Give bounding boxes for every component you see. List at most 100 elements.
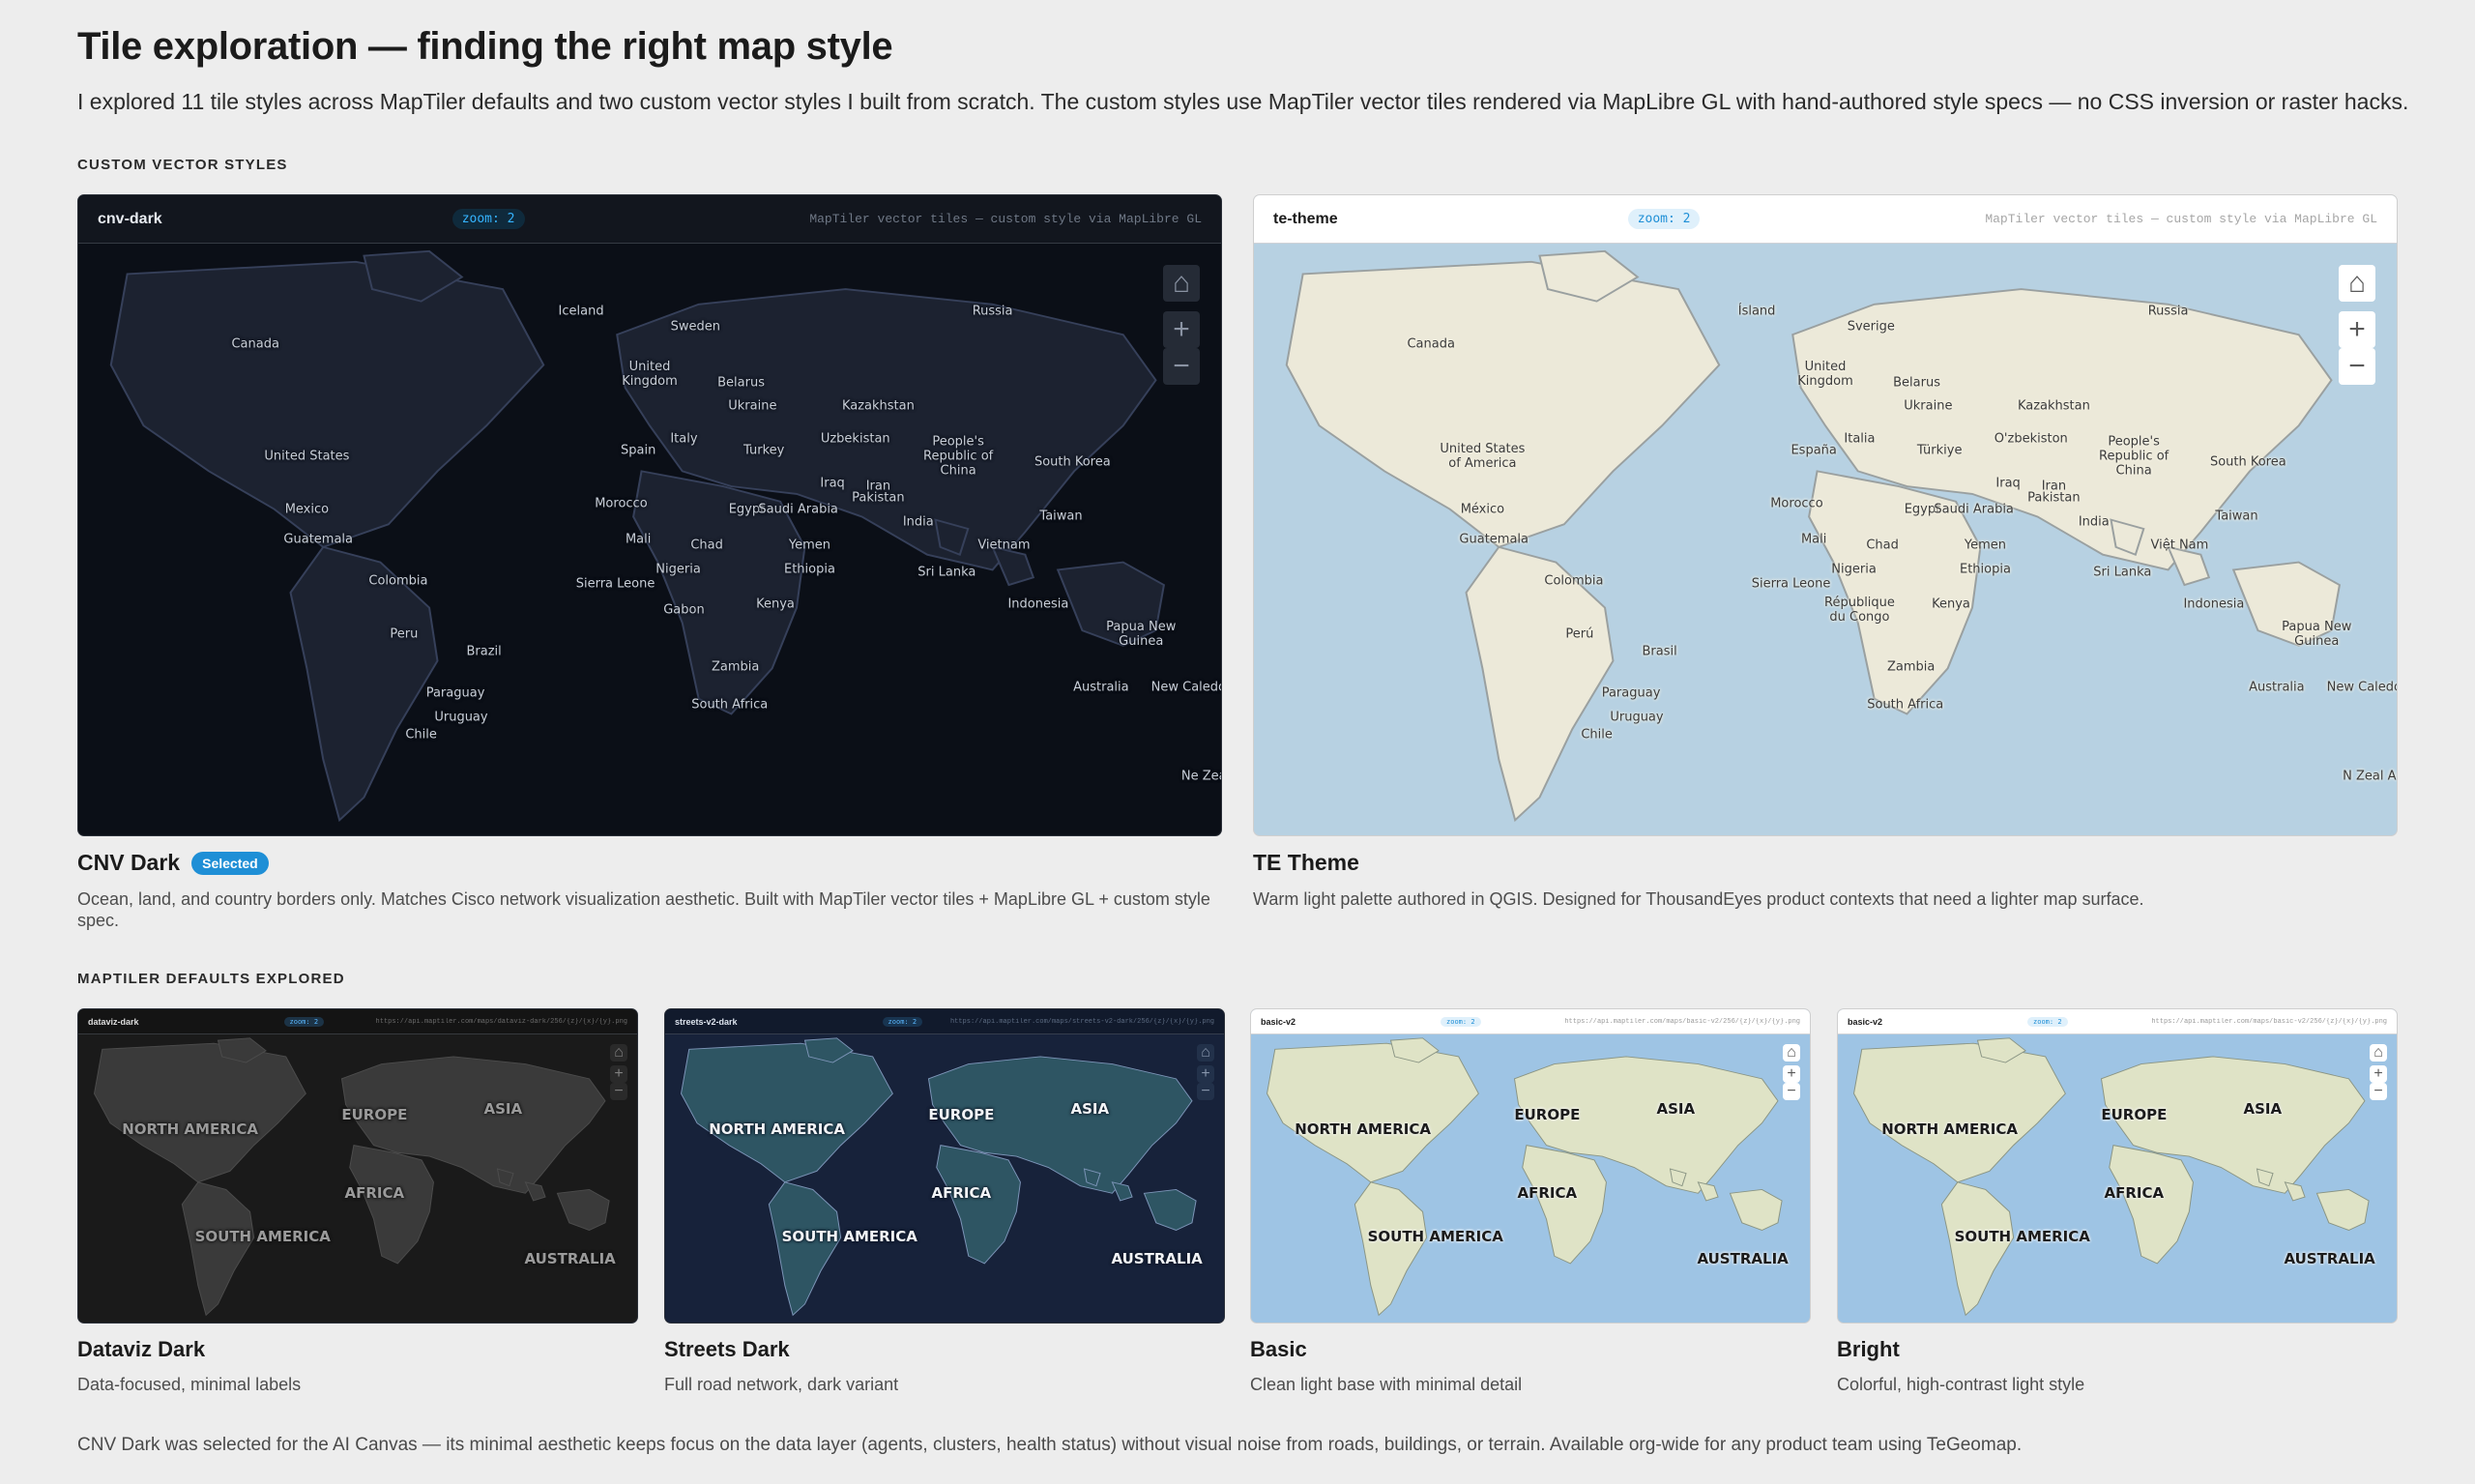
style-card-bright[interactable]: basic-v2 zoom: 2 https://api.maptiler.com/… <box>1837 1008 2398 1459</box>
map-label: Vietnam <box>977 538 1031 553</box>
map-canvas[interactable]: NORTH AMERICA EUROPE ASIA AFRICA SOUTH AMERI… <box>1251 1034 1810 1323</box>
map-label: Taiwan <box>1039 509 1083 524</box>
tile-source-url: https://api.maptiler.com/maps/basic-v2/2… <box>2151 1017 2387 1026</box>
map-label: ASIA <box>1656 1100 1696 1119</box>
home-icon[interactable]: ⌂ <box>610 1044 627 1062</box>
zoom-out-icon[interactable]: − <box>610 1083 627 1100</box>
zoom-out-icon[interactable]: − <box>1163 348 1200 385</box>
zoom-out-icon[interactable]: − <box>2370 1083 2387 1100</box>
map-label: Indonesia <box>2183 597 2245 612</box>
map-label: Zambia <box>1886 659 1936 675</box>
map-label: South Africa <box>1867 697 1944 713</box>
tile-source-url: https://api.maptiler.com/maps/basic-v2/2… <box>1564 1017 1800 1026</box>
world-map-svg <box>93 1037 610 1317</box>
map-label: Gabon <box>663 602 705 618</box>
style-card-cnv-dark[interactable]: cnv-dark zoom: 2 MapTiler vector tiles — c… <box>77 194 1222 972</box>
page-title: Tile exploration — finding the right map… <box>77 25 893 68</box>
map-canvas[interactable]: Canada Ísland Sverige Russia United Kingdom B… <box>1254 244 2397 835</box>
map-label: Chile <box>1581 727 1613 742</box>
map-label: Ethiopia <box>1959 562 2011 577</box>
map-label: Sierra Leone <box>1751 576 1831 592</box>
map-style-name: streets-v2-dark <box>675 1016 738 1027</box>
map-canvas[interactable]: NORTH AMERICA EUROPE ASIA AFRICA SOUTH AMERI… <box>1838 1034 2397 1323</box>
map-controls: ⌂ + − <box>2339 265 2375 385</box>
page-description: I explored 11 tile styles across MapTile… <box>77 89 2409 114</box>
map-canvas[interactable]: Canada Iceland Sweden Russia United Kingdom B… <box>78 244 1221 835</box>
map-header-bar: basic-v2 zoom: 2 https://api.maptiler.com/… <box>1838 1009 2397 1034</box>
zoom-level-badge: zoom: 2 <box>882 1016 923 1027</box>
style-card-te-theme[interactable]: te-theme zoom: 2 MapTiler vector tiles — c… <box>1253 194 2398 972</box>
map-header-bar: te-theme zoom: 2 MapTiler vector tiles — c… <box>1254 195 2397 244</box>
map-canvas[interactable]: NORTH AMERICA EUROPE ASIA AFRICA SOUTH AMERI… <box>665 1034 1224 1323</box>
map-label: EUROPE <box>341 1106 408 1124</box>
tile-source-url: https://api.maptiler.com/maps/streets-v2… <box>949 1017 1214 1026</box>
map-label: Việt Nam <box>2150 538 2209 553</box>
map-controls: ⌂ + − <box>1783 1044 1800 1100</box>
landmass-0 <box>93 1042 306 1183</box>
map-label: Sierra Leone <box>575 576 655 592</box>
map-label: Australia <box>1073 680 1129 695</box>
map-header-bar: dataviz-dark zoom: 2 https://api.maptiler.… <box>78 1009 637 1034</box>
card-description: Warm light palette authored in QGIS. Des… <box>1253 889 2144 909</box>
landmass-6 <box>2284 1181 2306 1202</box>
map-label: Ukraine <box>728 398 777 414</box>
home-icon[interactable]: ⌂ <box>1163 265 1200 302</box>
map-frame: dataviz-dark zoom: 2 https://api.maptiler.… <box>77 1008 638 1324</box>
map-label: Guatemala <box>1459 532 1529 547</box>
map-label: Perú <box>1565 626 1594 642</box>
map-label: NORTH AMERICA <box>122 1120 258 1139</box>
style-card-streets-dark[interactable]: streets-v2-dark zoom: 2 https://api.maptil… <box>664 1008 1225 1459</box>
map-label: Sweden <box>670 319 720 335</box>
map-style-name: dataviz-dark <box>88 1016 139 1027</box>
card-description: Data-focused, minimal labels <box>77 1375 302 1394</box>
map-label: South Korea <box>2209 454 2286 470</box>
map-label: Chad <box>690 538 723 553</box>
map-label: United Kingdom <box>1797 359 1853 389</box>
zoom-in-icon[interactable]: + <box>1197 1065 1214 1083</box>
map-label: Türkiye <box>1916 443 1963 458</box>
style-card-basic[interactable]: basic-v2 zoom: 2 https://api.maptiler.com/… <box>1250 1008 1811 1459</box>
style-card-dataviz-dark[interactable]: dataviz-dark zoom: 2 https://api.maptiler.… <box>77 1008 638 1459</box>
zoom-level-badge: zoom: 2 <box>451 209 525 229</box>
zoom-in-icon[interactable]: + <box>610 1065 627 1083</box>
map-label: India <box>2078 514 2110 530</box>
zoom-out-icon[interactable]: − <box>1783 1083 1800 1100</box>
map-label: Sverige <box>1847 319 1895 335</box>
zoom-out-icon[interactable]: − <box>1197 1083 1214 1100</box>
map-label: United States <box>264 449 350 464</box>
map-frame: basic-v2 zoom: 2 https://api.maptiler.com/… <box>1250 1008 1811 1324</box>
home-icon[interactable]: ⌂ <box>1197 1044 1214 1062</box>
map-label: Uruguay <box>1610 710 1664 725</box>
map-label: United States of America <box>1440 442 1526 472</box>
card-description: Clean light base with minimal detail <box>1250 1375 1523 1394</box>
map-label: India <box>902 514 934 530</box>
zoom-level-badge: zoom: 2 <box>1441 1016 1481 1027</box>
zoom-out-icon[interactable]: − <box>2339 348 2375 385</box>
landmass-5 <box>2315 1188 2370 1231</box>
landmass-5 <box>556 1188 610 1231</box>
map-label: SOUTH AMERICA <box>1954 1227 2090 1245</box>
map-label: ASIA <box>483 1100 523 1119</box>
map-label: République du Congo <box>1824 596 1895 626</box>
home-icon[interactable]: ⌂ <box>1783 1044 1800 1062</box>
home-icon[interactable]: ⌂ <box>2339 265 2375 302</box>
zoom-in-icon[interactable]: + <box>1783 1065 1800 1083</box>
zoom-in-icon[interactable]: + <box>2339 311 2375 348</box>
map-label: Paraguay <box>1601 685 1661 701</box>
map-label: EUROPE <box>928 1106 995 1124</box>
map-label: AUSTRALIA <box>524 1250 616 1268</box>
map-label: NORTH AMERICA <box>1881 1120 2018 1139</box>
map-label: Italy <box>670 431 698 447</box>
landmass-4 <box>2109 1145 2194 1265</box>
landmass-2 <box>181 1181 255 1317</box>
zoom-in-icon[interactable]: + <box>2370 1065 2387 1083</box>
home-icon[interactable]: ⌂ <box>2370 1044 2387 1062</box>
zoom-in-icon[interactable]: + <box>1163 311 1200 348</box>
map-canvas[interactable]: NORTH AMERICA EUROPE ASIA AFRICA SOUTH AMERI… <box>78 1034 637 1323</box>
card-description: Full road network, dark variant <box>664 1375 899 1394</box>
section-label-defaults: MAPTILER DEFAULTS EXPLORED <box>77 971 345 987</box>
map-frame: streets-v2-dark zoom: 2 https://api.maptil… <box>664 1008 1225 1324</box>
world-map-svg <box>1266 1037 1783 1317</box>
map-label: Morocco <box>1770 496 1823 511</box>
map-label: NORTH AMERICA <box>1295 1120 1431 1139</box>
